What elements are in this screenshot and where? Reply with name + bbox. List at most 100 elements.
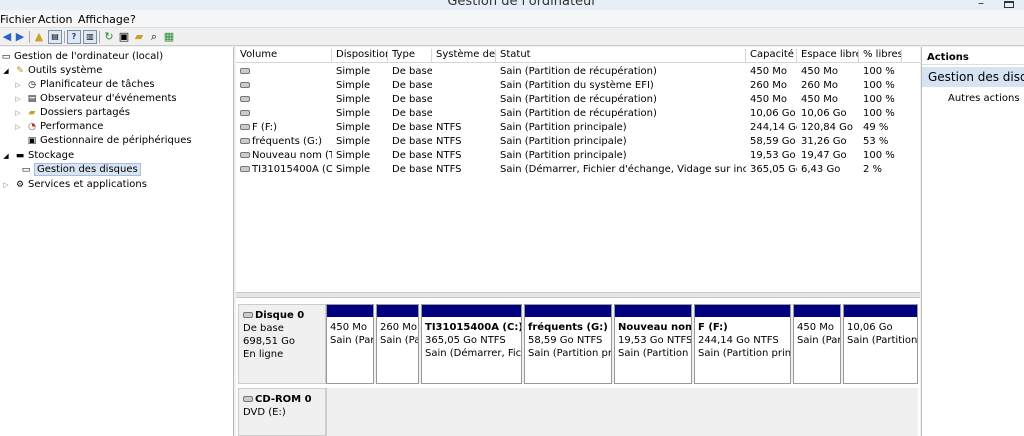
table-cell: Sain (Démarrer, Fichier d'échange, Vidag… [500,164,746,175]
forward-icon[interactable]: ▶ [13,30,27,44]
partition-block[interactable]: Nouveau nom 19,53 Go NTFS Sain (Partition … [614,304,692,384]
tree-label: Gestion de l'ordinateur (local) [14,51,164,62]
tree-item-storage[interactable]: ◢ ▬ Stockage [0,149,74,163]
table-cell: 450 Mo [750,66,788,77]
volume-cell [236,66,332,78]
partition-bar [794,305,840,317]
search-icon[interactable]: ⌕ [147,30,161,44]
window-title: Gestion de l'ordinateur [447,0,597,9]
help-icon[interactable]: ? [67,30,81,44]
table-cell: 10,06 Go [750,108,796,119]
table-row[interactable]: Simple De base Sain (Partition du systèm… [236,79,920,93]
expand-icon[interactable]: ▷ [12,106,24,120]
partition-bar [525,305,611,317]
expand-icon[interactable]: ▷ [0,178,12,192]
table-cell: Simple [336,108,371,119]
partition-bar [615,305,691,317]
table-cell: Simple [336,136,371,147]
tree-label: Stockage [28,150,75,161]
table-cell: 260 Mo [750,80,788,91]
cdrom-0-info[interactable]: CD-ROM 0 DVD (E:) [238,388,326,436]
tree-item-shared-folders[interactable]: ▷ ▰ Dossiers partagés [12,106,130,120]
console-tree-icon[interactable]: ▤ [48,30,62,44]
other-actions-link[interactable]: Autres actions [948,93,1020,104]
tree-item-event-viewer[interactable]: ▷ ▤ Observateur d'événements [12,92,176,106]
disk-0-size: 698,51 Go [243,336,296,347]
disk-0-info[interactable]: Disque 0 De base 698,51 Go En ligne [238,304,326,384]
table-row[interactable]: Simple De base Sain (Partition de récupé… [236,65,920,79]
table-cell: 120,84 Go [801,122,854,133]
table-cell: NTFS [436,122,462,133]
action-pane-icon[interactable]: ▥ [83,30,97,44]
toolbar-separator [29,31,30,43]
open-folder-icon[interactable]: ▰ [132,30,146,44]
up-folder-icon[interactable]: ▲ [32,30,46,44]
tree-item-device-manager[interactable]: ▣ Gestionnaire de périphériques [26,134,192,148]
menu-action[interactable]: Action [38,13,72,26]
table-cell: 100 % [863,108,895,119]
tree-item-computer-management[interactable]: ▭ Gestion de l'ordinateur (local) [0,50,163,64]
partition-block[interactable]: F (F:) 244,14 Go NTFS Sain (Partition prin… [694,304,791,384]
menu-help[interactable]: ? [130,13,136,26]
partition-status: Sain (Par [330,335,374,346]
partition-block[interactable]: 10,06 Go Sain (Partition c [843,304,918,384]
expand-icon[interactable]: ▷ [12,92,24,106]
maximize-button[interactable] [1004,1,1014,8]
tree-item-system-tools[interactable]: ◢ ✎ Outils système [0,64,102,78]
back-icon[interactable]: ◀ [0,30,14,44]
column-header[interactable]: Type [388,49,432,63]
menu-affichage[interactable]: Affichage [78,13,130,26]
actions-disk-management[interactable]: Gestion des disq... [922,67,1024,87]
partition-block[interactable]: fréquents (G:) 58,59 Go NTFS Sain (Partiti… [524,304,612,384]
table-row[interactable]: Nouveau nom (T:) Simple De base NTFS Sai… [236,149,920,163]
partition-block[interactable]: TI31015400A (C:) 365,05 Go NTFS Sain (Déma… [421,304,522,384]
properties-icon[interactable]: ▣ [117,30,131,44]
table-cell: De base [392,94,432,105]
table-cell: 450 Mo [801,94,839,105]
table-cell: 365,05 Go [750,164,797,175]
tree-item-performance[interactable]: ▷ ◔ Performance [12,120,103,134]
partition-status: Sain (Partition prin [528,348,612,359]
minimize-button[interactable]: – [978,0,990,10]
table-cell: 450 Mo [750,94,788,105]
table-row[interactable]: F (F:) Simple De base NTFS Sain (Partiti… [236,121,920,135]
tree-item-task-scheduler[interactable]: ▷ ◷ Planificateur de tâches [12,78,154,92]
collapse-icon[interactable]: ◢ [0,64,12,78]
partition-status: Sain (Partition c [847,335,918,346]
partition-status: Sain (Démarrer, Fichie [425,348,522,359]
column-header[interactable]: % libres [859,49,902,63]
column-header[interactable]: Disposition [332,49,388,63]
expand-icon[interactable]: ▷ [12,78,24,92]
table-row[interactable]: Simple De base Sain (Partition de récupé… [236,93,920,107]
table-cell: 100 % [863,150,895,161]
column-header[interactable]: Capacité [746,49,797,63]
table-cell: Simple [336,164,371,175]
disk-properties-icon[interactable]: ▦ [162,30,176,44]
cdrom-0-type: DVD (E:) [243,407,286,418]
volume-cell: fréquents (G:) [236,136,332,148]
partition-block[interactable]: 450 Mo Sain (Par [326,304,374,384]
table-cell: 450 Mo [801,66,839,77]
table-row[interactable]: fréquents (G:) Simple De base NTFS Sain … [236,135,920,149]
column-header[interactable]: Volume [236,49,332,63]
tree-item-disk-management[interactable]: ▭ Gestion des disques [20,163,141,177]
volume-icon [240,124,250,130]
column-header[interactable]: Système de... [432,49,496,63]
column-header[interactable]: Statut [496,49,746,63]
refresh-icon[interactable]: ↻ [102,30,116,44]
table-row[interactable]: Simple De base Sain (Partition de récupé… [236,107,920,121]
partition-block[interactable]: 450 Mo Sain (Parti [793,304,841,384]
volume-cell: Nouveau nom (T:) [236,150,332,162]
partition-bar [327,305,373,317]
partition-title: Nouveau nom [618,322,692,333]
disk-0-partitions: 450 Mo Sain (Par 260 Mo Sain (Pa TI3101540… [326,304,918,384]
tree-item-services-applications[interactable]: ▷ ⚙ Services et applications [0,178,147,192]
partition-block[interactable]: 260 Mo Sain (Pa [376,304,419,384]
expand-icon[interactable]: ▷ [12,120,24,134]
table-row[interactable]: TI31015400A (C:) Simple De base NTFS Sai… [236,163,920,177]
collapse-icon[interactable]: ◢ [0,149,12,163]
table-cell: De base [392,136,432,147]
column-header[interactable]: Espace libre [797,49,859,63]
menu-fichier[interactable]: Fichier [0,13,36,26]
volume-icon [240,82,250,88]
